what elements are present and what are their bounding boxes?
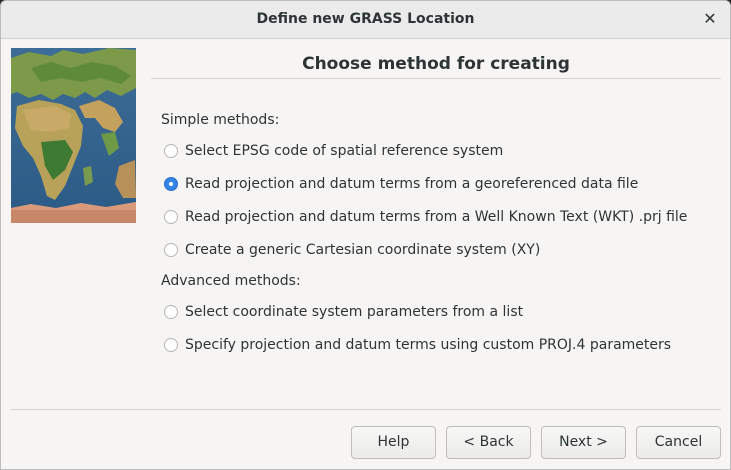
titlebar: Define new GRASS Location ✕ (1, 1, 730, 39)
radio-label: Select coordinate system parameters from… (185, 304, 524, 320)
radio-unchecked-icon[interactable] (164, 243, 178, 257)
location-wizard-window: Define new GRASS Location ✕ Choose metho… (0, 0, 731, 470)
advanced-methods-label: Advanced methods: (161, 273, 301, 289)
radio-wkt-file[interactable]: Read projection and datum terms from a W… (164, 206, 687, 228)
radio-epsg-code[interactable]: Select EPSG code of spatial reference sy… (164, 140, 503, 162)
radio-label: Create a generic Cartesian coordinate sy… (185, 242, 541, 258)
title-divider (151, 78, 721, 79)
close-icon[interactable]: ✕ (698, 7, 722, 31)
radio-label: Select EPSG code of spatial reference sy… (185, 143, 504, 159)
page-title: Choose method for creating (302, 54, 570, 74)
radio-label: Read projection and datum terms from a g… (185, 176, 639, 192)
radio-unchecked-icon[interactable] (164, 144, 178, 158)
next-button[interactable]: Next > (541, 426, 626, 459)
help-button[interactable]: Help (351, 426, 436, 459)
button-bar-divider (11, 409, 721, 410)
radio-label: Specify projection and datum terms using… (185, 337, 672, 353)
back-button[interactable]: < Back (446, 426, 531, 459)
radio-georeferenced-file[interactable]: Read projection and datum terms from a g… (164, 173, 638, 195)
radio-unchecked-icon[interactable] (164, 210, 178, 224)
window-title: Define new GRASS Location (256, 11, 475, 27)
radio-checked-icon[interactable] (164, 177, 178, 191)
radio-parameters-list[interactable]: Select coordinate system parameters from… (164, 301, 523, 323)
radio-unchecked-icon[interactable] (164, 305, 178, 319)
radio-xy-cartesian[interactable]: Create a generic Cartesian coordinate sy… (164, 239, 540, 261)
world-map-image (11, 48, 136, 223)
radio-unchecked-icon[interactable] (164, 338, 178, 352)
radio-label: Read projection and datum terms from a W… (185, 209, 688, 225)
simple-methods-label: Simple methods: (161, 112, 280, 128)
radio-proj4-parameters[interactable]: Specify projection and datum terms using… (164, 334, 671, 356)
cancel-button[interactable]: Cancel (636, 426, 721, 459)
